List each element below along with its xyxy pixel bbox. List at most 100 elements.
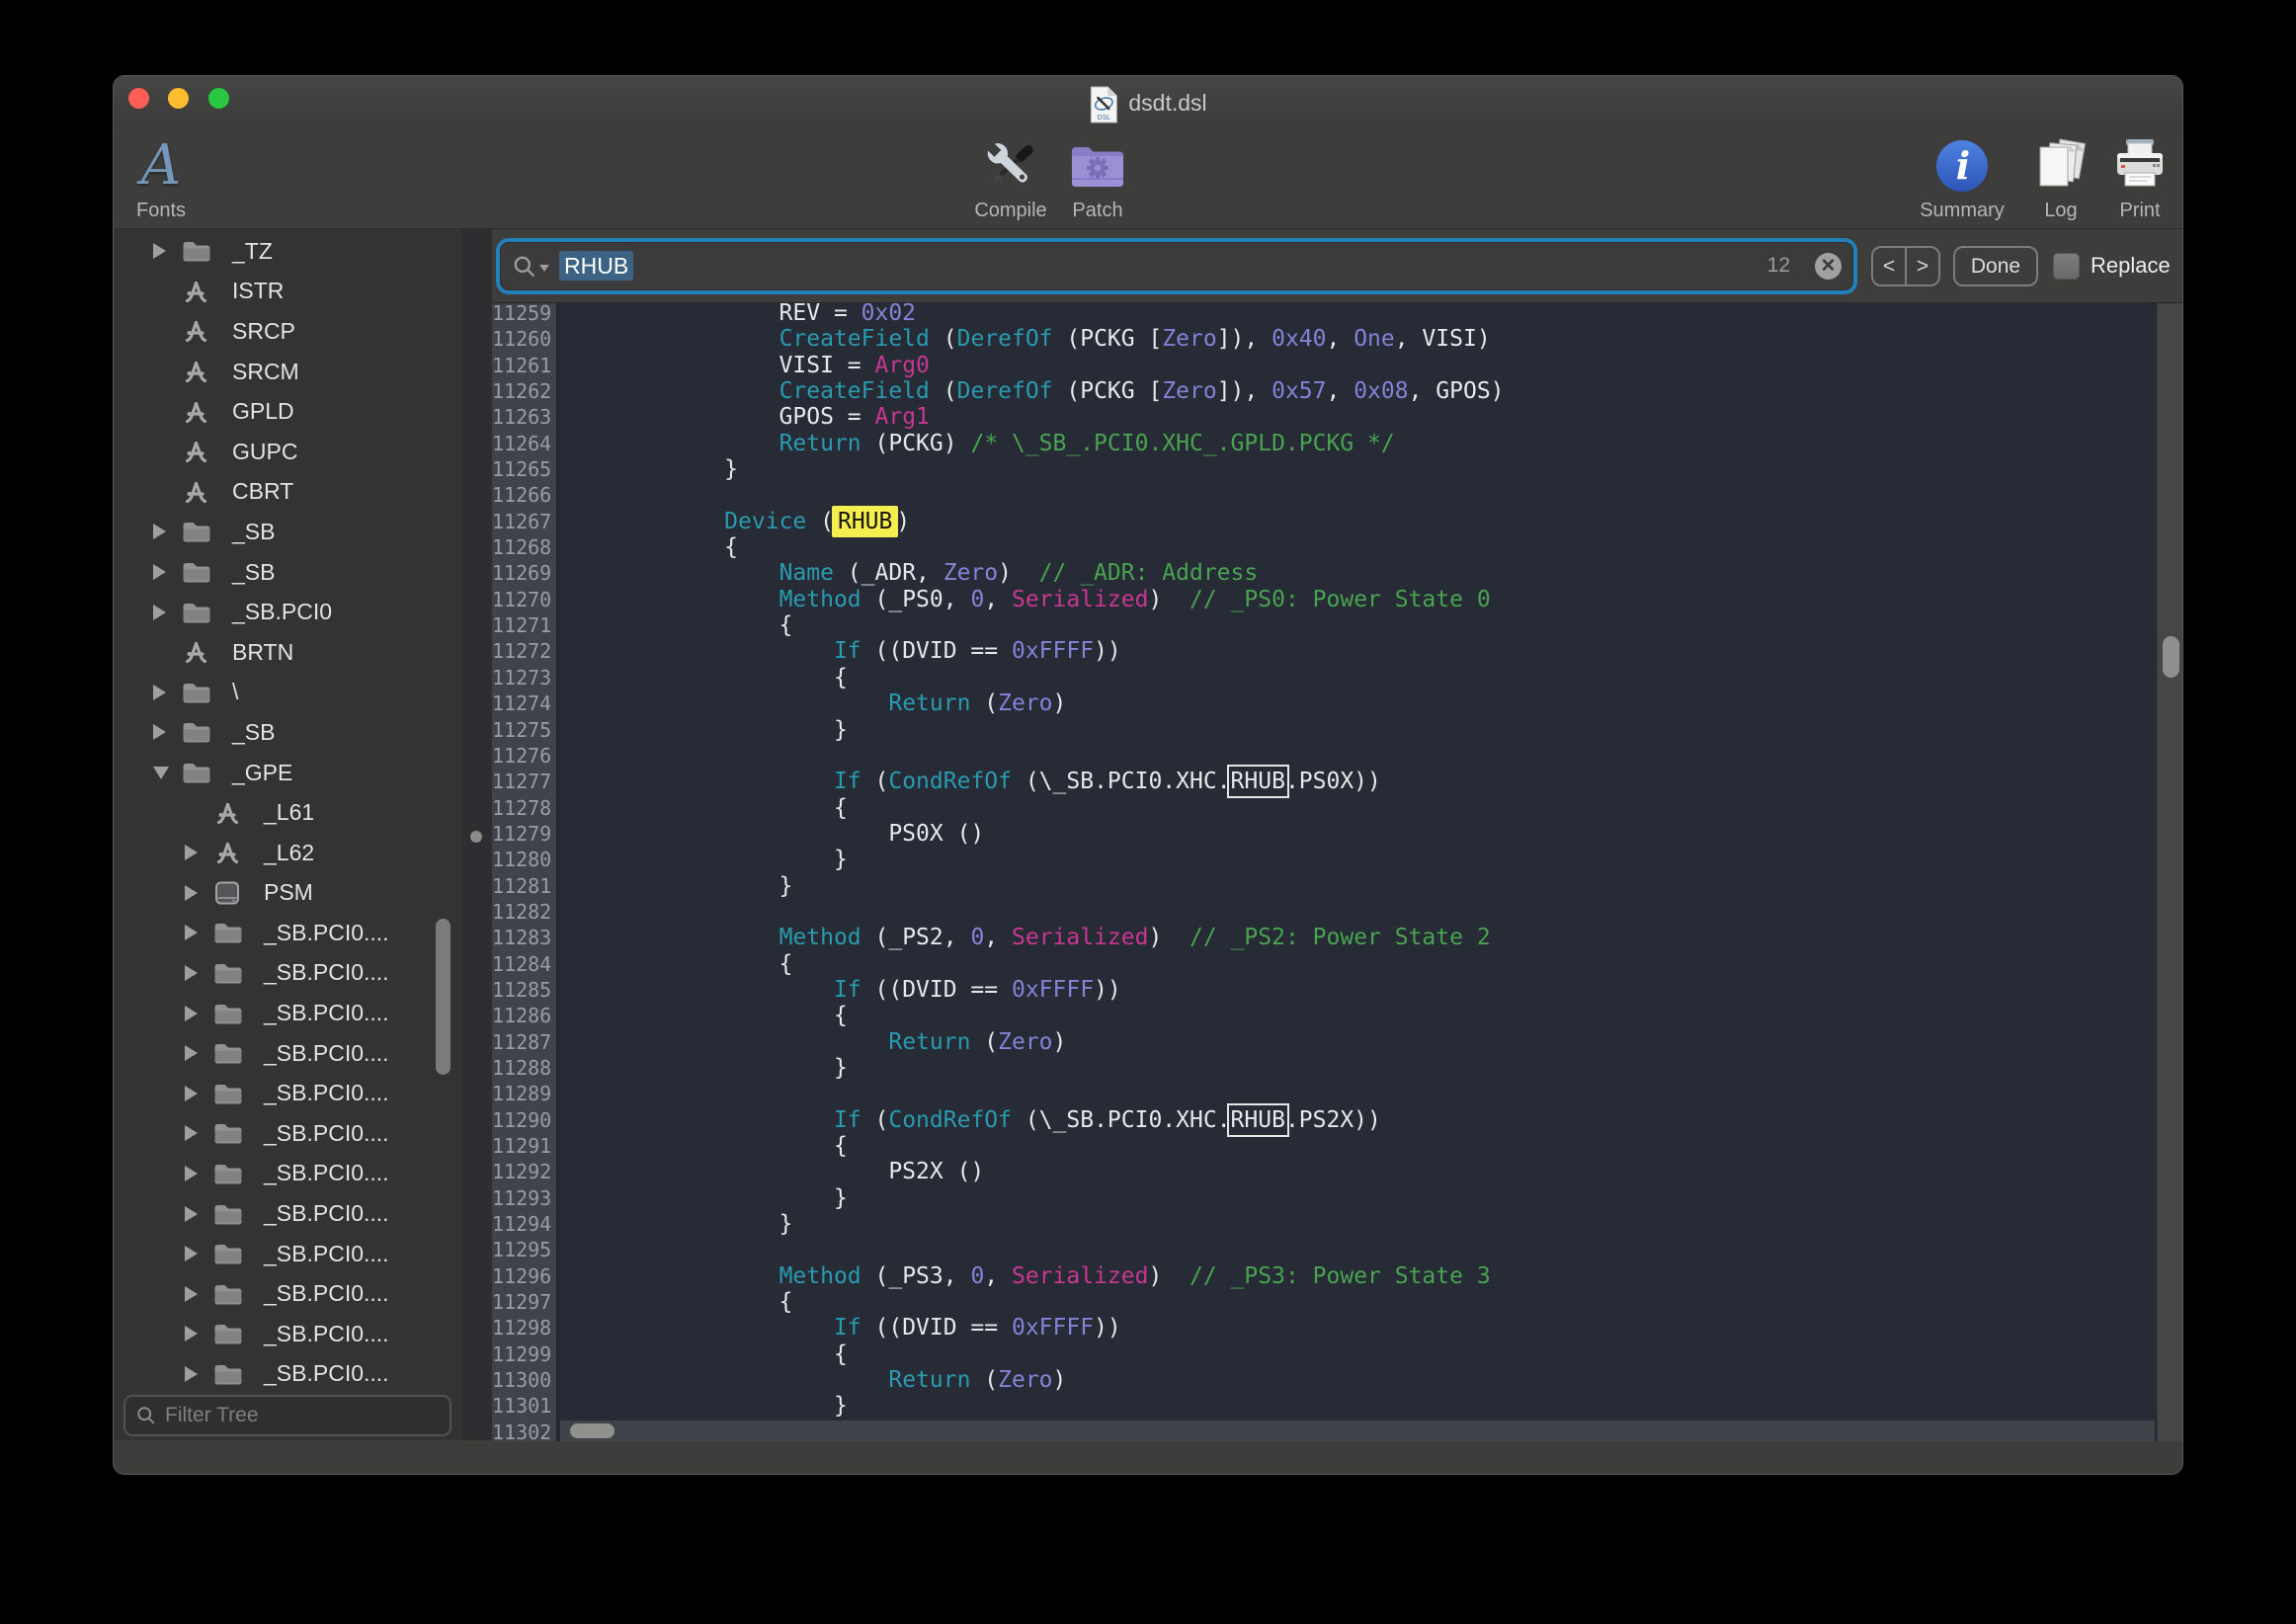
disclosure-triangle[interactable] bbox=[185, 925, 210, 940]
disclosure-triangle[interactable] bbox=[185, 1166, 210, 1181]
clear-search-button[interactable]: ✕ bbox=[1815, 253, 1842, 280]
code-line-11297: { bbox=[560, 1289, 2155, 1315]
disclosure-triangle[interactable] bbox=[185, 1206, 210, 1222]
tree-item-_SBPCI0[interactable]: _SB.PCI0.... bbox=[114, 913, 461, 953]
tree-item-SRCM[interactable]: SRCM bbox=[114, 352, 461, 392]
tree-item-_SBPCI0[interactable]: _SB.PCI0 bbox=[114, 592, 461, 632]
tree-item-_SBPCI0[interactable]: _SB.PCI0.... bbox=[114, 1234, 461, 1274]
tree-item-BRTN[interactable]: BRTN bbox=[114, 632, 461, 673]
content-area: _TZISTRSRCPSRCMGPLDGUPCCBRT_SB_SB_SB.PCI… bbox=[114, 228, 2183, 1440]
editor-pane: RHUB 12 ✕ < > Done Replace 1125911260112… bbox=[492, 229, 2183, 1440]
folder-icon bbox=[179, 239, 232, 263]
fonts-button[interactable]: A Fonts bbox=[113, 135, 225, 222]
code-line-11286: { bbox=[560, 1003, 2155, 1028]
tree-item-_SBPCI0[interactable]: _SB.PCI0.... bbox=[114, 1314, 461, 1354]
find-previous-button[interactable]: < bbox=[1873, 248, 1907, 284]
disclosure-triangle[interactable] bbox=[185, 965, 210, 981]
pane-splitter[interactable] bbox=[461, 229, 492, 1440]
line-number: 11292 bbox=[492, 1159, 548, 1184]
tree-item-label: _SB.PCI0.... bbox=[264, 1040, 389, 1067]
tree-item-_SBPCI0[interactable]: _SB.PCI0.... bbox=[114, 1354, 461, 1393]
sidebar-scrollbar[interactable] bbox=[436, 919, 451, 1075]
tree-item-CBRT[interactable]: CBRT bbox=[114, 472, 461, 513]
search-input[interactable]: RHUB 12 ✕ bbox=[500, 242, 1853, 290]
method-icon bbox=[179, 398, 232, 426]
tree-item-_SBPCI0[interactable]: _SB.PCI0.... bbox=[114, 1073, 461, 1113]
tree-item-PSM[interactable]: PSM bbox=[114, 873, 461, 914]
line-number: 11262 bbox=[492, 378, 548, 404]
horizontal-scroll-thumb[interactable] bbox=[570, 1423, 615, 1438]
disclosure-triangle[interactable] bbox=[153, 685, 179, 700]
done-button[interactable]: Done bbox=[1953, 246, 2038, 286]
line-number: 11287 bbox=[492, 1029, 548, 1055]
disclosure-triangle[interactable] bbox=[185, 1086, 210, 1101]
line-number: 11268 bbox=[492, 534, 548, 560]
line-number: 11274 bbox=[492, 690, 548, 716]
tree-item-SRCP[interactable]: SRCP bbox=[114, 311, 461, 352]
folder-icon bbox=[179, 720, 232, 744]
disclosure-triangle[interactable] bbox=[185, 1286, 210, 1302]
patch-button[interactable]: Patch bbox=[1033, 135, 1162, 222]
disclosure-triangle[interactable] bbox=[185, 845, 210, 860]
tree-item-_GPE[interactable]: _GPE bbox=[114, 753, 461, 793]
folder-icon bbox=[179, 520, 232, 543]
code-line-11295 bbox=[560, 1237, 2155, 1262]
print-label: Print bbox=[2119, 200, 2160, 222]
folder-icon bbox=[210, 1202, 264, 1226]
replace-checkbox[interactable] bbox=[2053, 253, 2080, 280]
code-line-11273: { bbox=[560, 665, 2155, 690]
tree-item-_SBPCI0[interactable]: _SB.PCI0.... bbox=[114, 1193, 461, 1234]
tree-item-_SB[interactable]: _SB bbox=[114, 512, 461, 552]
tree-item-label: _GPE bbox=[232, 760, 292, 786]
tree-item-_SBPCI0[interactable]: _SB.PCI0.... bbox=[114, 1154, 461, 1194]
disclosure-triangle[interactable] bbox=[153, 524, 179, 539]
disclosure-triangle[interactable] bbox=[185, 1326, 210, 1341]
tree-item-_SBPCI0[interactable]: _SB.PCI0.... bbox=[114, 993, 461, 1033]
find-next-button[interactable]: > bbox=[1907, 248, 1938, 284]
tree-item-_L62[interactable]: _L62 bbox=[114, 833, 461, 873]
tree-item-label: _SB.PCI0.... bbox=[264, 959, 389, 986]
close-button[interactable] bbox=[128, 88, 149, 109]
zoom-button[interactable] bbox=[208, 88, 229, 109]
method-icon bbox=[179, 358, 232, 385]
tree-item-_SBPCI0[interactable]: _SB.PCI0.... bbox=[114, 1273, 461, 1314]
disclosure-triangle[interactable] bbox=[185, 1045, 210, 1061]
disclosure-triangle[interactable] bbox=[185, 885, 210, 901]
minimize-button[interactable] bbox=[168, 88, 189, 109]
tree-item-[interactable]: \ bbox=[114, 673, 461, 713]
disclosure-triangle[interactable] bbox=[185, 1006, 210, 1021]
chevron-down-icon[interactable] bbox=[539, 265, 549, 272]
tree-item-GUPC[interactable]: GUPC bbox=[114, 432, 461, 472]
vertical-scroll-thumb[interactable] bbox=[2163, 636, 2179, 678]
tree-item-_SB[interactable]: _SB bbox=[114, 552, 461, 593]
tree-item-_SBPCI0[interactable]: _SB.PCI0.... bbox=[114, 1033, 461, 1074]
disclosure-triangle[interactable] bbox=[153, 605, 179, 620]
tree-item-label: CBRT bbox=[232, 478, 293, 505]
editor-horizontal-scrollbar[interactable] bbox=[560, 1421, 2155, 1441]
filter-tree-input[interactable]: Filter Tree bbox=[123, 1395, 451, 1436]
titlebar[interactable]: DSL dsdt.dsl bbox=[114, 76, 2182, 129]
print-button[interactable]: Print bbox=[2076, 135, 2183, 222]
folder-icon bbox=[179, 681, 232, 704]
disclosure-triangle[interactable] bbox=[153, 724, 179, 740]
line-number: 11260 bbox=[492, 326, 548, 352]
disclosure-triangle[interactable] bbox=[185, 1246, 210, 1261]
tree-item-_SB[interactable]: _SB bbox=[114, 712, 461, 753]
tree-item-_TZ[interactable]: _TZ bbox=[114, 231, 461, 272]
editor-vertical-scrollbar[interactable] bbox=[2157, 303, 2183, 1441]
tree-item-label: _SB.PCI0.... bbox=[264, 1160, 389, 1186]
code-line-11300: Return (Zero) bbox=[560, 1367, 2155, 1393]
disclosure-triangle[interactable] bbox=[185, 1125, 210, 1141]
disclosure-triangle[interactable] bbox=[153, 564, 179, 580]
code-editor[interactable]: 1125911260112611126211263112641126511266… bbox=[492, 303, 2183, 1441]
tree-item-ISTR[interactable]: ISTR bbox=[114, 272, 461, 312]
disclosure-triangle[interactable] bbox=[185, 1366, 210, 1382]
tree-item-_L61[interactable]: _L61 bbox=[114, 792, 461, 833]
disclosure-triangle[interactable] bbox=[153, 767, 179, 779]
tree-item-GPLD[interactable]: GPLD bbox=[114, 391, 461, 432]
tree-item-_SBPCI0[interactable]: _SB.PCI0.... bbox=[114, 953, 461, 994]
line-number: 11272 bbox=[492, 638, 548, 664]
line-number: 11294 bbox=[492, 1211, 548, 1237]
disclosure-triangle[interactable] bbox=[153, 243, 179, 259]
tree-item-_SBPCI0[interactable]: _SB.PCI0.... bbox=[114, 1113, 461, 1154]
